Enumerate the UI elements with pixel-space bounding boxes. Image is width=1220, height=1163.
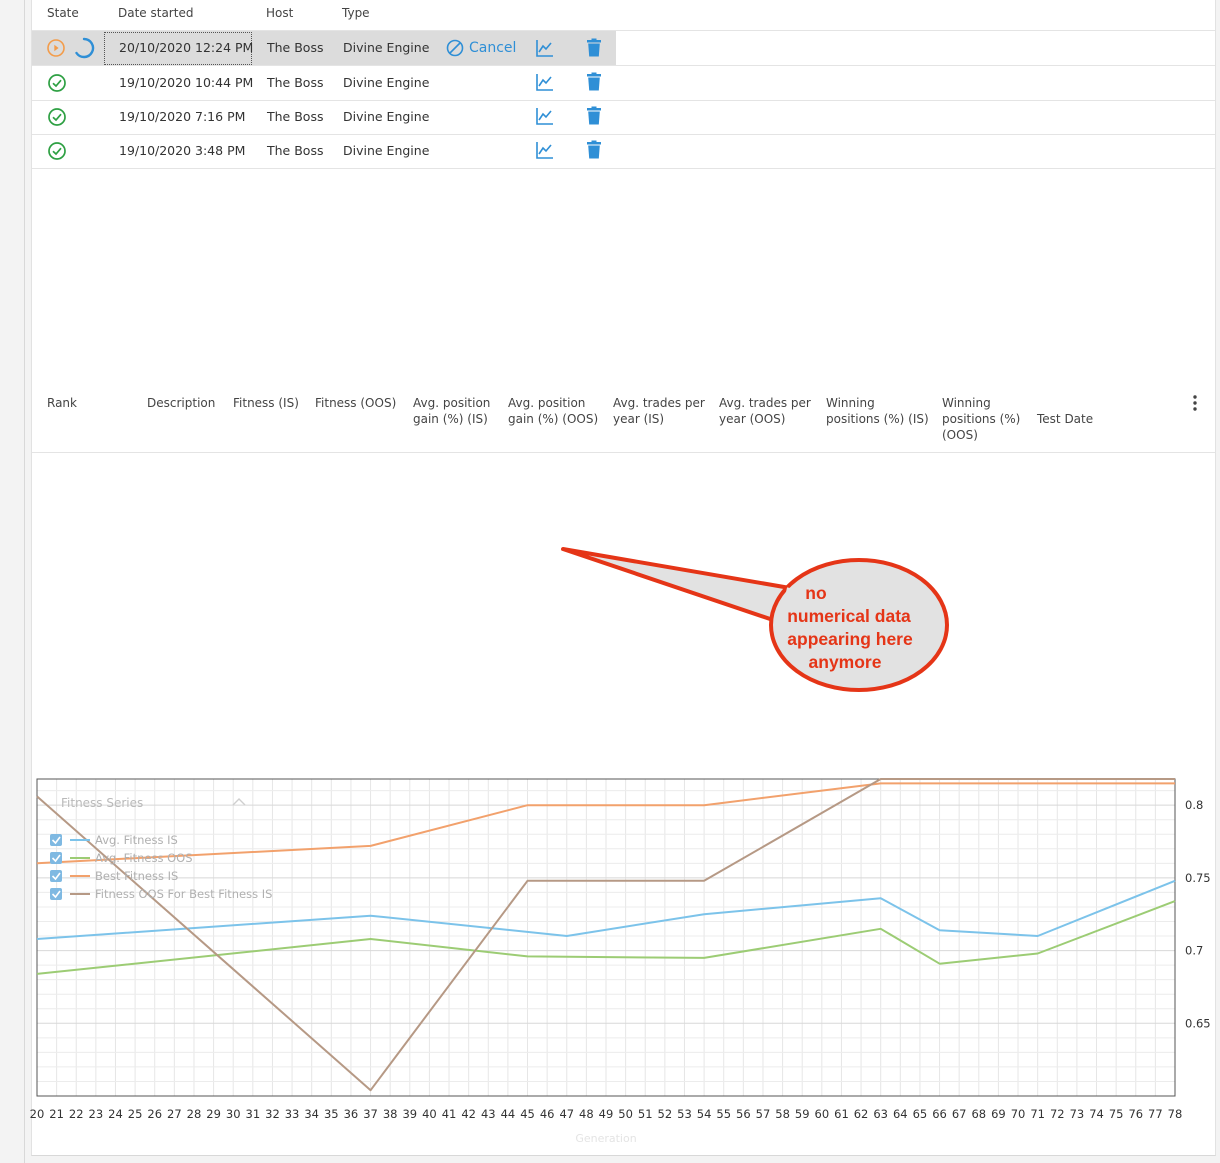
- x-tick-label: 24: [108, 1107, 123, 1121]
- x-tick-label: 22: [69, 1107, 84, 1121]
- legend-title: Fitness Series: [61, 796, 143, 810]
- y-tick-label: 0.8: [1185, 798, 1203, 812]
- x-tick-label: 78: [1168, 1107, 1183, 1121]
- x-tick-label: 31: [246, 1107, 261, 1121]
- y-tick-label: 0.7: [1185, 944, 1203, 958]
- x-tick-label: 37: [363, 1107, 378, 1121]
- x-tick-label: 52: [658, 1107, 673, 1121]
- x-tick-label: 55: [716, 1107, 731, 1121]
- x-tick-label: 20: [30, 1107, 45, 1121]
- x-tick-label: 36: [344, 1107, 359, 1121]
- x-tick-label: 67: [952, 1107, 967, 1121]
- x-tick-label: 35: [324, 1107, 339, 1121]
- x-tick-label: 50: [618, 1107, 633, 1121]
- x-tick-label: 26: [147, 1107, 162, 1121]
- x-tick-label: 57: [756, 1107, 771, 1121]
- legend-label: Avg. Fitness OOS: [95, 851, 193, 865]
- x-tick-label: 73: [1070, 1107, 1085, 1121]
- x-tick-label: 48: [579, 1107, 594, 1121]
- legend-checkbox[interactable]: [50, 852, 62, 864]
- x-tick-label: 60: [815, 1107, 830, 1121]
- x-tick-label: 49: [599, 1107, 614, 1121]
- x-tick-label: 62: [854, 1107, 869, 1121]
- x-tick-label: 51: [638, 1107, 653, 1121]
- chart-grid: [36, 779, 1176, 1097]
- x-tick-label: 59: [795, 1107, 810, 1121]
- x-axis-label: Generation: [575, 1132, 636, 1145]
- x-tick-label: 34: [304, 1107, 319, 1121]
- legend-checkbox[interactable]: [50, 834, 62, 846]
- x-tick-label: 72: [1050, 1107, 1065, 1121]
- x-tick-label: 75: [1109, 1107, 1124, 1121]
- x-tick-label: 65: [913, 1107, 928, 1121]
- x-tick-label: 23: [89, 1107, 104, 1121]
- x-tick-label: 42: [461, 1107, 476, 1121]
- legend-item[interactable]: Fitness OOS For Best Fitness IS: [50, 887, 272, 901]
- x-tick-label: 45: [520, 1107, 535, 1121]
- x-tick-label: 21: [49, 1107, 64, 1121]
- x-tick-label: 25: [128, 1107, 143, 1121]
- x-tick-label: 63: [873, 1107, 888, 1121]
- x-tick-label: 29: [206, 1107, 221, 1121]
- x-tick-label: 46: [540, 1107, 555, 1121]
- x-tick-label: 53: [677, 1107, 692, 1121]
- x-tick-label: 77: [1148, 1107, 1163, 1121]
- x-axis-ticks: 20 21 22 23 24 25 26 27 28 29 30 31 32 33 34 35 36 37 38 39…: [30, 1107, 1183, 1121]
- x-tick-label: 66: [932, 1107, 947, 1121]
- x-tick-label: 30: [226, 1107, 241, 1121]
- legend-label: Fitness OOS For Best Fitness IS: [95, 887, 272, 901]
- x-tick-label: 38: [383, 1107, 398, 1121]
- x-tick-label: 69: [991, 1107, 1006, 1121]
- x-tick-label: 61: [834, 1107, 849, 1121]
- y-axis-ticks: 0.65 0.7 0.75 0.8: [1185, 798, 1211, 1030]
- x-tick-label: 33: [285, 1107, 300, 1121]
- y-tick-label: 0.75: [1185, 871, 1211, 885]
- fitness-chart[interactable]: 20 21 22 23 24 25 26 27 28 29 30 31 32 33 34 35 36 37 38 39…: [0, 0, 1220, 1163]
- legend-checkbox[interactable]: [50, 870, 62, 882]
- x-tick-label: 71: [1030, 1107, 1045, 1121]
- x-tick-label: 68: [971, 1107, 986, 1121]
- legend-label: Avg. Fitness IS: [95, 833, 178, 847]
- x-tick-label: 54: [697, 1107, 712, 1121]
- y-tick-label: 0.65: [1185, 1016, 1211, 1030]
- x-tick-label: 47: [559, 1107, 574, 1121]
- legend-item[interactable]: Avg. Fitness IS: [50, 833, 178, 847]
- x-tick-label: 28: [187, 1107, 202, 1121]
- x-tick-label: 43: [481, 1107, 496, 1121]
- x-tick-label: 41: [442, 1107, 457, 1121]
- x-tick-label: 74: [1089, 1107, 1104, 1121]
- x-tick-label: 44: [501, 1107, 516, 1121]
- x-tick-label: 39: [402, 1107, 417, 1121]
- legend-checkbox[interactable]: [50, 888, 62, 900]
- x-tick-label: 56: [736, 1107, 751, 1121]
- x-tick-label: 76: [1128, 1107, 1143, 1121]
- x-tick-label: 40: [422, 1107, 437, 1121]
- x-tick-label: 64: [893, 1107, 908, 1121]
- x-tick-label: 70: [1011, 1107, 1026, 1121]
- legend-item[interactable]: Best Fitness IS: [50, 869, 178, 883]
- x-tick-label: 58: [775, 1107, 790, 1121]
- x-tick-label: 27: [167, 1107, 182, 1121]
- legend-collapse-icon[interactable]: [232, 798, 246, 806]
- legend-label: Best Fitness IS: [95, 869, 178, 883]
- x-tick-label: 32: [265, 1107, 280, 1121]
